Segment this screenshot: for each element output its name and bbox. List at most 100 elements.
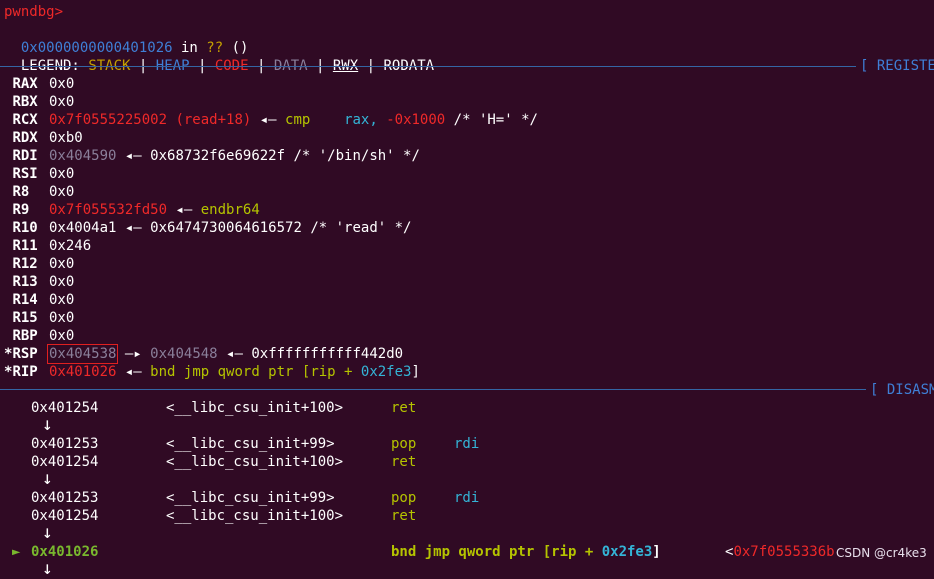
- terminal-window[interactable]: { "prompt": "pwndbg>", "location": {"add…: [0, 0, 934, 578]
- instruction-text: bnd jmp qword ptr [rip +: [150, 364, 361, 380]
- register-name: RDI: [12, 148, 38, 164]
- deref-value: 0x6474730064616572 /* 'read' */: [150, 220, 412, 236]
- register-value: 0x7f0555225002: [49, 112, 168, 128]
- register-rcx: RCX 0x7f0555225002 (read+18) ◂— cmp rax, …: [4, 111, 538, 129]
- register-symbol: (read+18): [175, 112, 252, 128]
- disasm-operands: rdi: [454, 490, 480, 506]
- disasm-symbol: <__libc_csu_init+100>: [166, 400, 344, 416]
- register-rax: RAX 0x0: [4, 75, 74, 93]
- register-name: RBP: [12, 328, 38, 344]
- disasm-separator: [0, 389, 866, 390]
- disasm-address: 0x401253: [31, 490, 99, 506]
- current-instruction-close: ]: [652, 544, 661, 560]
- deref-value: 0x68732f6e69622f /* '/bin/sh' */: [150, 148, 420, 164]
- current-instruction-text: bnd jmp qword ptr [rip +: [391, 544, 602, 560]
- current-instruction: bnd jmp qword ptr [rip + 0x2fe3]: [391, 543, 661, 561]
- register-value: 0x4004a1: [49, 220, 117, 236]
- disasm-operands: rdi: [454, 436, 480, 452]
- register-name: R15: [12, 310, 38, 326]
- register-value: 0x7f055532fd50: [49, 202, 168, 218]
- instruction-close: ]: [411, 364, 420, 380]
- jump-target-address: 0x7f0555336b: [733, 544, 835, 560]
- register-value: 0x0: [49, 256, 75, 272]
- instruction-mnemonic: endbr64: [200, 202, 260, 218]
- register-name: R10: [12, 220, 38, 236]
- flow-down-arrow: ↓: [42, 414, 53, 435]
- pointer-arrow: —▸: [124, 346, 142, 362]
- disasm-row: 0x401253: [31, 489, 98, 507]
- register-rip: *RIP 0x401026 ◂— bnd jmp qword ptr [rip +…: [4, 363, 420, 381]
- instruction-immediate: -0x1000: [386, 112, 446, 128]
- flow-down-arrow: ↓: [42, 558, 53, 579]
- register-r14: R14 0x0: [4, 291, 74, 309]
- disasm-mnemonic: pop: [391, 436, 417, 452]
- deref-arrow: ◂—: [124, 148, 142, 164]
- disasm-symbol: <__libc_csu_init+100>: [166, 508, 344, 524]
- register-value: 0x0: [49, 166, 75, 182]
- deref-arrow: ◂—: [124, 220, 142, 236]
- registers-separator: [0, 66, 856, 67]
- jump-target: <0x7f0555336b: [725, 543, 835, 561]
- register-value: 0xb0: [49, 130, 83, 146]
- disasm-mnemonic: ret: [391, 508, 417, 524]
- register-name: RSI: [12, 166, 38, 182]
- register-rsi: RSI 0x0: [4, 165, 74, 183]
- disasm-mnemonic: pop: [391, 490, 417, 506]
- disasm-symbol: <__libc_csu_init+100>: [166, 454, 344, 470]
- registers-section-header: [ REGISTE: [860, 58, 934, 74]
- register-r10: R10 0x4004a1 ◂— 0x6474730064616572 /* 're…: [4, 219, 411, 237]
- register-name: R11: [12, 238, 38, 254]
- register-name: RCX: [12, 112, 38, 128]
- register-r8: R8 0x0: [4, 183, 74, 201]
- disasm-mnemonic: ret: [391, 400, 417, 416]
- flow-down-arrow: ↓: [42, 522, 53, 543]
- disasm-row: 0x401253: [31, 435, 98, 453]
- disasm-mnemonic: ret: [391, 454, 417, 470]
- register-value-highlighted: 0x404538: [46, 344, 119, 364]
- register-r9: R9 0x7f055532fd50 ◂— endbr64: [4, 201, 260, 219]
- register-name: RSP: [12, 346, 38, 362]
- register-name: R14: [12, 292, 38, 308]
- register-rbx: RBX 0x0: [4, 93, 74, 111]
- disasm-symbol: <__libc_csu_init+99>: [166, 436, 335, 452]
- register-value: 0x0: [49, 274, 75, 290]
- register-value: 0x0: [49, 292, 75, 308]
- register-name: RBX: [12, 94, 38, 110]
- register-r13: R13 0x0: [4, 273, 74, 291]
- register-value: 0x0: [49, 310, 75, 326]
- register-value: 0x0: [49, 328, 75, 344]
- register-name: RIP: [12, 364, 38, 380]
- pwndbg-prompt: pwndbg>: [4, 4, 64, 20]
- register-value: 0x401026: [49, 364, 117, 380]
- pointer-value: 0x404548: [150, 346, 218, 362]
- register-name: R13: [12, 274, 38, 290]
- deref-value: 0xfffffffffff442d0: [251, 346, 404, 362]
- deref-arrow: ◂—: [259, 112, 277, 128]
- register-value: 0x0: [49, 76, 75, 92]
- instruction-mnemonic: cmp: [285, 112, 311, 128]
- instruction-operands: rax,: [344, 112, 387, 128]
- register-name: R9: [12, 202, 30, 218]
- register-r15: R15 0x0: [4, 309, 74, 327]
- register-name: R8: [12, 184, 30, 200]
- register-rdi: RDI 0x404590 ◂— 0x68732f6e69622f /* '/bin…: [4, 147, 420, 165]
- disasm-address: 0x401253: [31, 436, 99, 452]
- deref-arrow: ◂—: [226, 346, 243, 362]
- disasm-symbol: <__libc_csu_init+99>: [166, 490, 335, 506]
- register-value: 0x0: [49, 184, 75, 200]
- current-instruction-immediate: 0x2fe3: [601, 544, 653, 560]
- register-rdx: RDX 0xb0: [4, 129, 83, 147]
- register-rsp: *RSP 0x404538 —▸ 0x404548 ◂— 0xffffffffff…: [4, 344, 404, 364]
- register-value: 0x404590: [49, 148, 117, 164]
- register-r11: R11 0x246: [4, 237, 91, 255]
- legend: LEGEND: STACK | HEAP | CODE | DATA | RWX…: [4, 39, 434, 74]
- register-name: RDX: [12, 130, 38, 146]
- watermark: CSDN @cr4ke3: [836, 546, 927, 560]
- current-location: 0x0000000000401026 in ?? (): [4, 21, 249, 56]
- register-name: R12: [12, 256, 38, 272]
- deref-arrow: ◂—: [124, 364, 142, 380]
- register-value: 0x0: [49, 94, 75, 110]
- current-instruction-marker: ►: [12, 544, 21, 560]
- deref-arrow: ◂—: [175, 202, 193, 218]
- register-rbp: RBP 0x0: [4, 327, 74, 345]
